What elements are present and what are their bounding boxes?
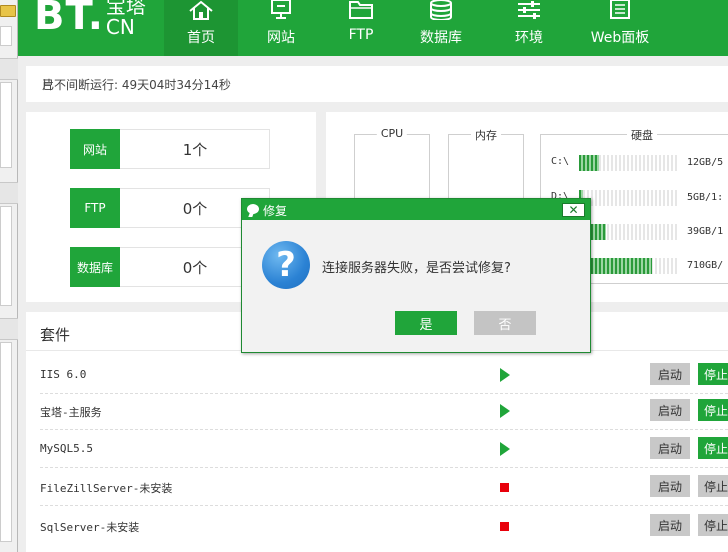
- nav-environment[interactable]: 环境: [494, 0, 564, 56]
- nav-environment-label: 环境: [515, 30, 543, 46]
- background-field: [0, 26, 12, 46]
- background-band: [0, 182, 18, 204]
- nav-ftp[interactable]: FTP: [324, 0, 398, 56]
- service-row: IIS 6.0 启动 停止: [26, 356, 728, 394]
- stat-website-tag: 网站: [70, 129, 120, 169]
- nav-website-label: 网站: [267, 30, 295, 46]
- sliders-icon: [518, 1, 540, 19]
- stop-button[interactable]: 停止: [698, 514, 728, 536]
- disk-usage-bar: [579, 224, 679, 240]
- background-field: [0, 206, 12, 306]
- start-button[interactable]: 启动: [650, 437, 690, 459]
- disk-usage-bar: [579, 258, 679, 274]
- disk-usage-fill: [579, 155, 599, 171]
- nav-database-label: 数据库: [420, 30, 462, 46]
- background-band: [0, 318, 18, 340]
- no-button[interactable]: 否: [474, 311, 536, 335]
- row-divider: [40, 505, 728, 506]
- folder-icon: [349, 0, 373, 19]
- close-icon: ✕: [568, 203, 579, 217]
- start-button[interactable]: 启动: [650, 475, 690, 497]
- stat-ftp-tag: FTP: [70, 188, 120, 228]
- nav-ftp-label: FTP: [348, 27, 374, 43]
- service-name: 宝塔-主服务: [40, 406, 102, 419]
- top-nav-bar: BT. 宝塔 CN 首页 网站 FTP 数据库 环境 Web面板: [18, 0, 728, 56]
- bt-logo: BT. 宝塔 CN: [34, 0, 146, 39]
- memory-label: 内存: [471, 127, 501, 143]
- service-name: SqlServer-未安装: [40, 521, 140, 534]
- background-field: [0, 82, 12, 168]
- stat-website-count: 1个: [182, 140, 208, 159]
- nav-website[interactable]: 网站: [244, 0, 318, 56]
- start-button[interactable]: 启动: [650, 514, 690, 536]
- logo-cn-text: 宝塔: [105, 0, 146, 18]
- dialog-message: 连接服务器失败，是否尝试修复?: [322, 261, 511, 276]
- running-status-icon: [500, 368, 510, 382]
- home-icon: [189, 0, 213, 20]
- stat-database-tag: 数据库: [70, 247, 120, 287]
- running-status-icon: [500, 442, 510, 456]
- stopped-status-icon: [500, 483, 509, 492]
- stat-database[interactable]: 数据库 0个: [70, 247, 270, 287]
- database-icon: [430, 0, 452, 20]
- background-band: [0, 58, 18, 80]
- stop-button[interactable]: 停止: [698, 475, 728, 497]
- background-field: [0, 342, 12, 542]
- disk-usage-text: 12GB/5: [687, 157, 724, 168]
- services-title: 套件: [40, 326, 71, 344]
- logo-cn-suffix: CN: [105, 15, 135, 39]
- nav-web-panel[interactable]: Web面板: [578, 0, 662, 56]
- list-icon: [610, 0, 630, 19]
- disk-drive-label: C:\: [551, 156, 570, 167]
- service-row: FileZillServer-未安装 启动 停止: [26, 468, 728, 506]
- service-row: MySQL5.5 启动 停止: [26, 430, 728, 468]
- disk-usage-bar: [579, 190, 679, 206]
- service-row: SqlServer-未安装 启动 停止: [26, 507, 728, 545]
- uptime-right-text: 片: [42, 78, 55, 92]
- cpu-label: CPU: [376, 127, 408, 140]
- stat-ftp[interactable]: FTP 0个: [70, 188, 270, 228]
- question-icon: ?: [262, 241, 310, 289]
- monitor-icon: [271, 0, 291, 19]
- background-window-strip: [0, 0, 18, 552]
- uptime-bar: 已不间断运行: 49天04时34分14秒 片: [26, 66, 728, 102]
- service-name: IIS 6.0: [40, 368, 87, 381]
- repair-dialog: 修复 ✕ ? 连接服务器失败，是否尝试修复? 是 否: [241, 198, 591, 353]
- folder-icon: [0, 5, 16, 17]
- start-button[interactable]: 启动: [650, 363, 690, 385]
- logo-text: BT.: [34, 0, 104, 39]
- stop-button[interactable]: 停止: [698, 363, 728, 385]
- stop-button[interactable]: 停止: [698, 399, 728, 421]
- stopped-status-icon: [500, 522, 509, 531]
- dialog-title-bar[interactable]: 修复 ✕: [242, 199, 590, 220]
- service-name: MySQL5.5: [40, 442, 93, 455]
- start-button[interactable]: 启动: [650, 399, 690, 421]
- disk-usage-text: 710GB/: [687, 260, 724, 271]
- dialog-title: 修复: [263, 204, 288, 218]
- dialog-close-button[interactable]: ✕: [562, 203, 585, 217]
- disk-row: C:\ 12GB/5: [551, 155, 728, 171]
- nav-home-label: 首页: [187, 30, 215, 46]
- chat-bubble-icon: [247, 204, 259, 214]
- nav-database[interactable]: 数据库: [404, 0, 478, 56]
- stop-button[interactable]: 停止: [698, 437, 728, 459]
- disk-usage-text: 5GB/1:: [687, 192, 724, 203]
- disk-usage-text: 39GB/1: [687, 226, 724, 237]
- service-row: 宝塔-主服务 启动 停止: [26, 392, 728, 430]
- yes-button[interactable]: 是: [395, 311, 457, 335]
- running-status-icon: [500, 404, 510, 418]
- service-name: FileZillServer-未安装: [40, 482, 173, 495]
- nav-web-panel-label: Web面板: [590, 30, 650, 46]
- nav-home[interactable]: 首页: [164, 0, 238, 56]
- disk-usage-bar: [579, 155, 679, 171]
- disk-label: 硬盘: [627, 127, 657, 143]
- stat-website[interactable]: 网站 1个: [70, 129, 270, 169]
